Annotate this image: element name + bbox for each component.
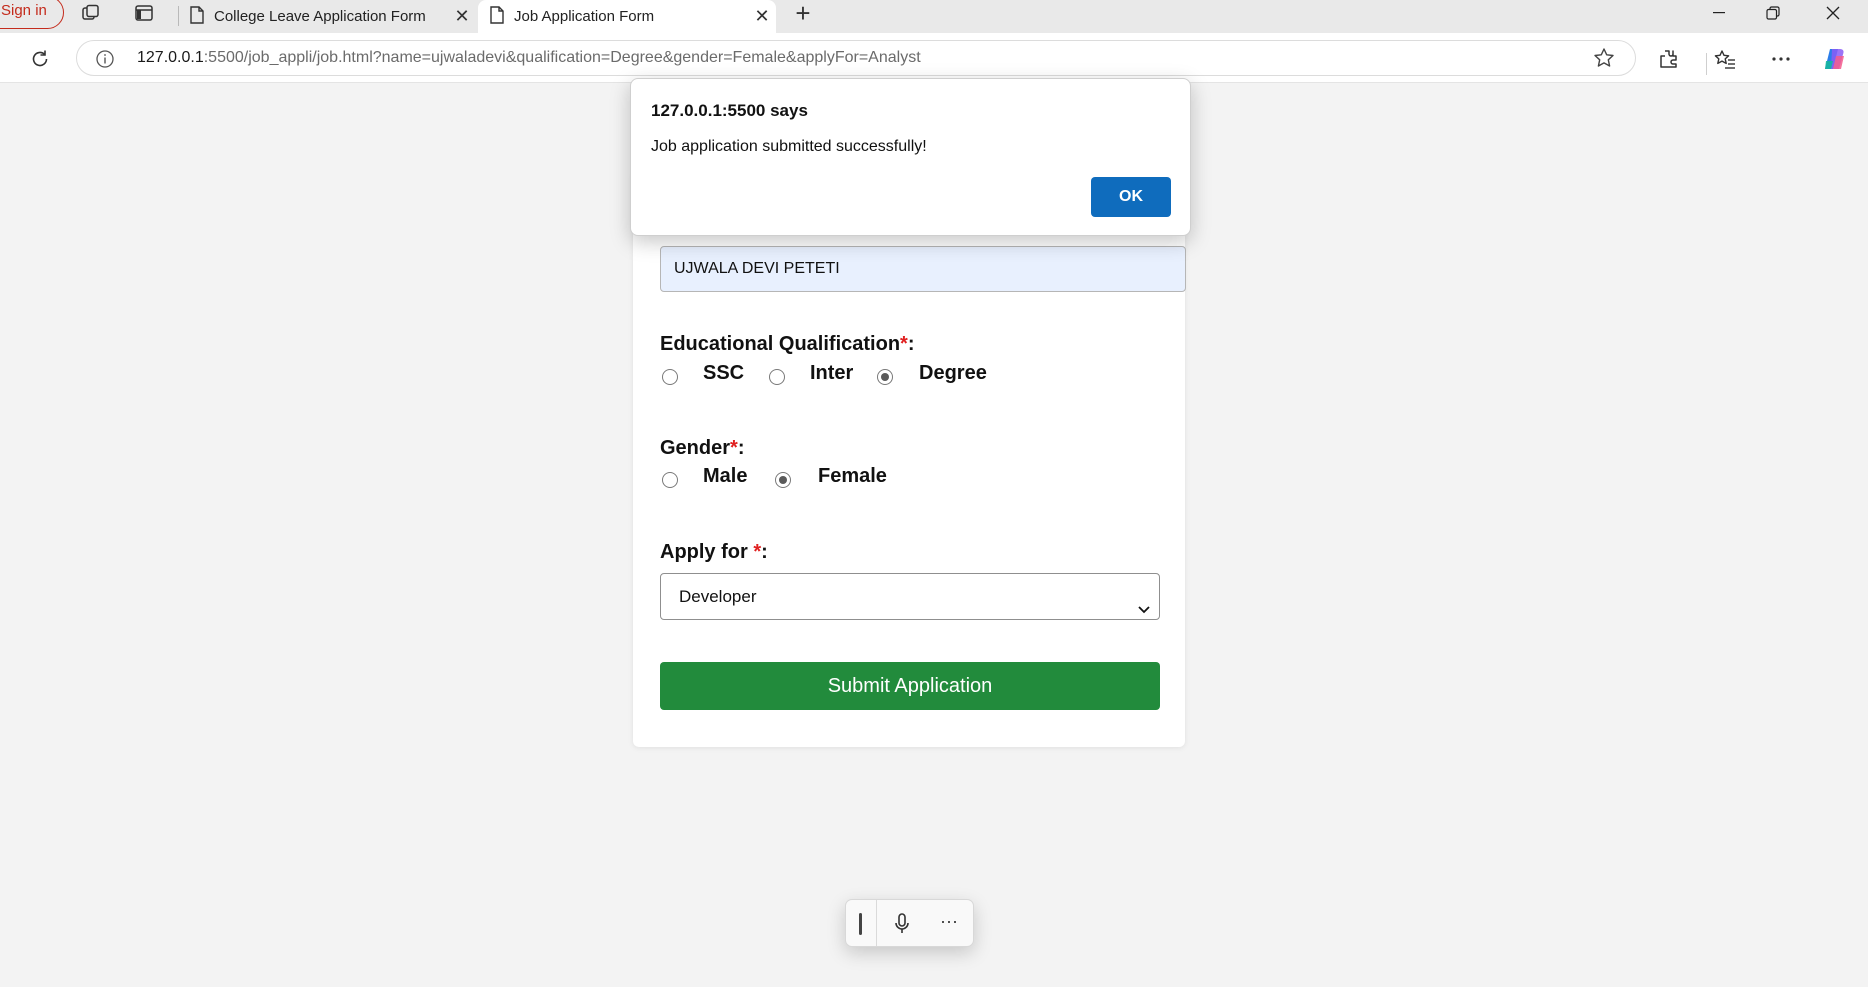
- radio-label-degree: Degree: [919, 362, 987, 384]
- radio-label-female: Female: [818, 465, 887, 487]
- dialog-message: Job application submitted successfully!: [651, 138, 927, 155]
- required-asterisk: *: [753, 541, 762, 563]
- radio-degree[interactable]: [877, 369, 893, 385]
- tab-college-leave[interactable]: College Leave Application Form ✕: [178, 0, 476, 33]
- required-asterisk: *: [730, 437, 738, 459]
- page-icon: [490, 5, 504, 28]
- tab-title: Job Application Form: [514, 8, 655, 25]
- microphone-icon[interactable]: [892, 912, 912, 936]
- address-toolbar: 127.0.0.1:5500/job_appli/job.html?name=u…: [0, 33, 1868, 83]
- apply-for-selected-value: Developer: [679, 587, 757, 606]
- favorite-star-icon[interactable]: [1593, 47, 1615, 69]
- alert-dialog: 127.0.0.1:5500 says Job application subm…: [630, 78, 1191, 236]
- voice-access-bar: ···: [845, 899, 974, 947]
- close-tab-icon[interactable]: ✕: [448, 6, 476, 27]
- required-asterisk: *: [900, 333, 908, 355]
- new-tab-icon[interactable]: +: [786, 0, 820, 28]
- favorites-icon[interactable]: [1710, 45, 1740, 73]
- site-info-icon[interactable]: [95, 49, 115, 69]
- close-tab-icon[interactable]: ✕: [748, 6, 776, 27]
- radio-label-male: Male: [703, 465, 748, 487]
- more-options-icon[interactable]: ···: [934, 908, 964, 938]
- url-text: 127.0.0.1:5500/job_appli/job.html?name=u…: [137, 49, 921, 66]
- radio-female[interactable]: [775, 472, 791, 488]
- more-menu-icon[interactable]: [1766, 45, 1796, 73]
- address-bar[interactable]: 127.0.0.1:5500/job_appli/job.html?name=u…: [76, 40, 1636, 76]
- workspaces-icon[interactable]: [74, 0, 110, 26]
- submit-application-button[interactable]: Submit Application: [660, 662, 1160, 710]
- name-input[interactable]: UJWALA DEVI PETETI: [660, 246, 1186, 292]
- close-window-icon[interactable]: [1806, 0, 1860, 26]
- ok-button[interactable]: OK: [1091, 177, 1171, 217]
- page-icon: [190, 5, 204, 28]
- radio-inter[interactable]: [769, 369, 785, 385]
- radio-male[interactable]: [662, 472, 678, 488]
- radio-label-inter: Inter: [810, 362, 854, 384]
- radio-ssc[interactable]: [662, 369, 678, 385]
- reload-icon[interactable]: [24, 45, 56, 73]
- tab-title: College Leave Application Form: [214, 8, 426, 25]
- toolbar-divider: [1706, 53, 1707, 75]
- gender-label: Gender*:: [660, 437, 745, 459]
- extensions-icon[interactable]: [1653, 45, 1683, 73]
- voice-bar-divider: [876, 900, 877, 946]
- qualification-label: Educational Qualification*:: [660, 333, 915, 355]
- drag-handle[interactable]: [859, 913, 862, 935]
- chevron-down-icon: [1137, 588, 1151, 614]
- apply-for-select[interactable]: Developer: [660, 573, 1160, 620]
- vertical-tabs-icon[interactable]: [126, 0, 162, 26]
- tab-strip: Sign in College Leave Application Form ✕…: [0, 0, 1868, 33]
- copilot-icon[interactable]: [1820, 45, 1850, 73]
- sign-in-button[interactable]: Sign in: [0, 0, 64, 29]
- minimize-icon[interactable]: [1692, 0, 1746, 26]
- restore-icon[interactable]: [1746, 0, 1800, 26]
- apply-for-label: Apply for *:: [660, 541, 768, 563]
- radio-label-ssc: SSC: [703, 362, 745, 384]
- dialog-title: 127.0.0.1:5500 says: [651, 101, 808, 120]
- tab-job-application[interactable]: Job Application Form ✕: [478, 0, 776, 33]
